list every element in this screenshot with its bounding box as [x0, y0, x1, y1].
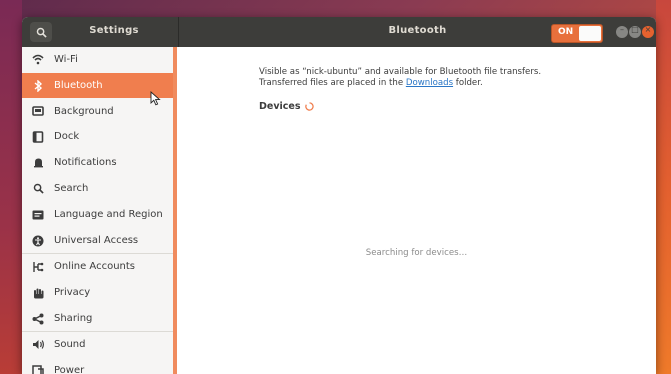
close-icon: ×: [644, 25, 652, 34]
bluetooth-icon: [31, 79, 45, 93]
visibility-info: Visible as “nick-ubuntu” and available f…: [259, 67, 581, 89]
mouse-cursor-icon: [150, 91, 161, 106]
sidebar-item-label: Dock: [54, 131, 80, 142]
downloads-link[interactable]: Downloads: [406, 78, 453, 88]
wifi-icon: [31, 53, 45, 67]
dock-icon: [31, 130, 45, 144]
maximize-icon: □: [631, 25, 639, 34]
sidebar-item-label: Sharing: [54, 313, 93, 324]
privacy-hand-icon: [31, 286, 45, 300]
sidebar-item-language[interactable]: Language and Region: [22, 202, 173, 227]
sidebar-item-label: Universal Access: [54, 235, 139, 246]
bluetooth-panel: Visible as “nick-ubuntu” and available f…: [177, 47, 656, 374]
sidebar-item-online-accounts[interactable]: Online Accounts: [22, 254, 173, 279]
visibility-text: Visible as “nick-ubuntu” and available f…: [259, 67, 542, 77]
transfer-info: Transferred files are placed in the Down…: [259, 78, 581, 89]
desktop-background-left: [0, 0, 22, 374]
search-icon: [36, 27, 47, 38]
sidebar-item-label: Notifications: [54, 157, 117, 168]
sidebar-item-sound[interactable]: Sound: [22, 332, 173, 357]
sidebar-item-wifi[interactable]: Wi-Fi: [22, 47, 173, 72]
sidebar-item-label: Power: [54, 365, 85, 374]
searching-status: Searching for devices…: [365, 248, 468, 258]
loading-spinner-icon: [305, 102, 314, 111]
sidebar-item-label: Privacy: [54, 287, 91, 298]
sidebar-item-notifications[interactable]: Notifications: [22, 150, 173, 175]
maximize-button[interactable]: □: [629, 25, 641, 38]
sidebar-item-dock[interactable]: Dock: [22, 124, 173, 149]
minimize-button[interactable]: –: [616, 25, 628, 38]
sidebar-item-label: Bluetooth: [54, 80, 103, 91]
search-button[interactable]: [30, 22, 52, 42]
sidebar-item-label: Language and Region: [54, 209, 163, 220]
background-icon: [31, 105, 45, 119]
power-icon: [31, 364, 45, 374]
close-button[interactable]: ×: [642, 25, 654, 38]
speaker-icon: [31, 338, 45, 352]
search-icon: [31, 182, 45, 196]
sidebar-item-label: Wi-Fi: [54, 54, 78, 65]
devices-heading: Devices: [259, 101, 301, 112]
sidebar-item-label: Online Accounts: [54, 261, 136, 272]
share-icon: [31, 312, 45, 326]
transfer-suffix: folder.: [453, 78, 483, 88]
titlebar: Settings Bluetooth ON – □ ×: [22, 17, 656, 47]
language-icon: [31, 208, 45, 222]
toggle-label: ON: [558, 27, 574, 37]
desktop-background-right: [656, 0, 671, 374]
online-accounts-icon: [31, 260, 45, 274]
accessibility-icon: [31, 234, 45, 248]
bell-icon: [31, 156, 45, 170]
sidebar-item-label: Search: [54, 183, 89, 194]
sidebar-item-label: Background: [54, 106, 114, 117]
settings-window: Settings Bluetooth ON – □ × Wi-Fi Blueto…: [22, 17, 656, 374]
sidebar-item-power[interactable]: Power: [22, 358, 173, 374]
sidebar-item-privacy[interactable]: Privacy: [22, 280, 173, 305]
toggle-knob[interactable]: [579, 26, 601, 41]
sidebar-item-label: Sound: [54, 339, 86, 350]
minimize-icon: –: [620, 25, 624, 34]
sidebar-item-universal-access[interactable]: Universal Access: [22, 228, 173, 253]
sidebar-title: Settings: [89, 25, 139, 36]
sidebar-item-search[interactable]: Search: [22, 176, 173, 201]
bluetooth-toggle[interactable]: ON: [551, 24, 603, 43]
transfer-text: Transferred files are placed in the: [259, 78, 406, 88]
sidebar-item-sharing[interactable]: Sharing: [22, 306, 173, 331]
